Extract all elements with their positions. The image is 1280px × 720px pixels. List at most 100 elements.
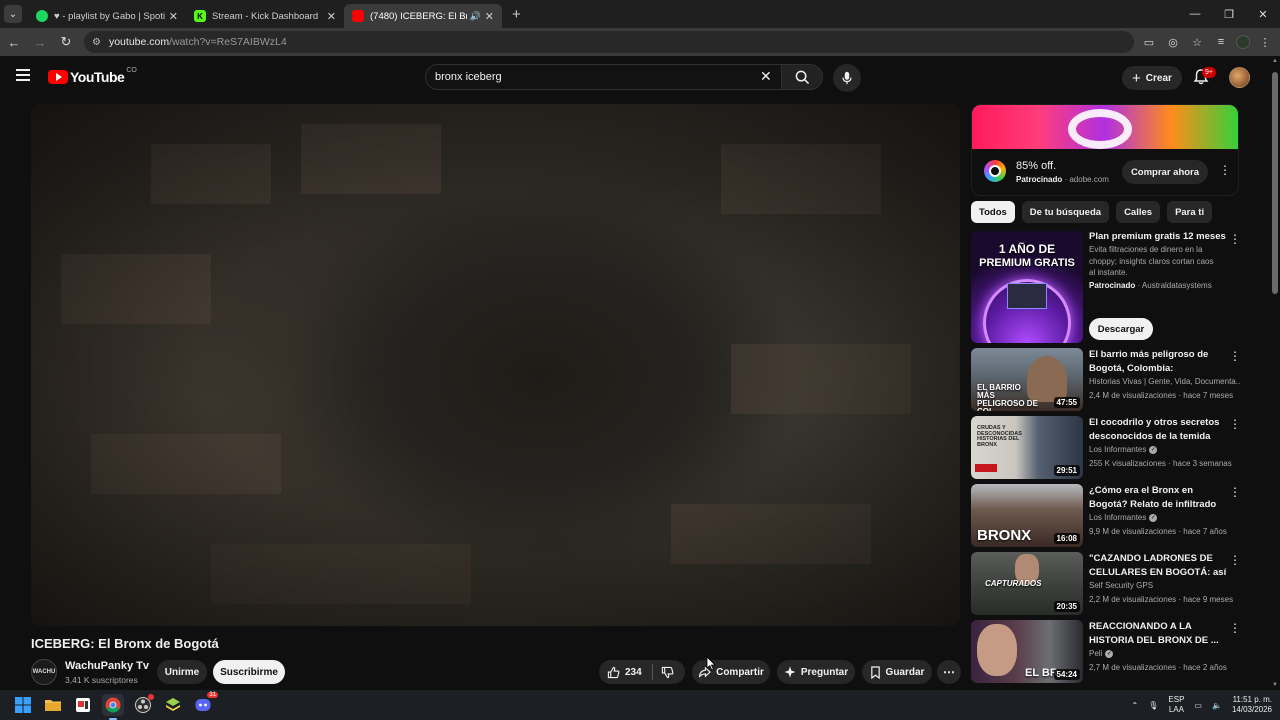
- video-thumbnail[interactable]: EL BARRIO MÁS PELIGROSO DE COL 47:55: [971, 348, 1083, 411]
- subscribe-button[interactable]: Suscribirme: [213, 660, 285, 684]
- share-button[interactable]: Compartir: [692, 660, 770, 684]
- forward-arrow-icon[interactable]: →: [28, 30, 52, 54]
- ad-banner-image[interactable]: [972, 105, 1238, 149]
- chip-todos[interactable]: Todos: [971, 201, 1015, 223]
- channel-name[interactable]: Self Security GPS: [1089, 581, 1241, 590]
- chrome-icon[interactable]: [102, 694, 124, 720]
- site-info-icon[interactable]: ⚙: [92, 37, 101, 48]
- close-tab-icon[interactable]: ✕: [485, 10, 494, 23]
- clock[interactable]: 11:51 p. m. 14/03/2026: [1232, 695, 1272, 715]
- eye-slash-icon[interactable]: ◎: [1164, 33, 1182, 51]
- search-button[interactable]: [781, 64, 823, 90]
- more-vertical-icon[interactable]: ⋮: [1229, 485, 1241, 499]
- windows-start-icon[interactable]: [12, 694, 34, 716]
- download-button[interactable]: Descargar: [1089, 318, 1153, 340]
- video-player[interactable]: [31, 104, 960, 626]
- clear-search-icon[interactable]: ✕: [760, 69, 772, 83]
- ad-buy-now-button[interactable]: Comprar ahora: [1122, 160, 1208, 184]
- sponsored-label: Patrocinado: [1089, 281, 1136, 290]
- sponsored-thumbnail[interactable]: 1 AÑO DE PREMIUM GRATIS: [971, 231, 1083, 343]
- page-scrollbar[interactable]: ▲ ▼: [1270, 56, 1280, 690]
- ask-button[interactable]: Preguntar: [777, 660, 855, 684]
- tab-spotify[interactable]: ♥ - playlist by Gabo | Spotify ✕: [28, 4, 186, 28]
- cast-icon[interactable]: ▭: [1140, 33, 1158, 51]
- close-window-icon[interactable]: ✕: [1246, 0, 1280, 28]
- join-button[interactable]: Unirme: [157, 660, 207, 684]
- network-icon[interactable]: ▭: [1194, 701, 1202, 710]
- language-indicator[interactable]: ESP LAA: [1168, 695, 1184, 715]
- create-button[interactable]: + Crear: [1122, 66, 1182, 90]
- address-bar[interactable]: ⚙ youtube.com/watch?v=ReS7AIBWzL4: [84, 31, 1134, 53]
- chip-calles[interactable]: Calles: [1116, 201, 1161, 223]
- app-window-icon[interactable]: [72, 694, 94, 716]
- channel-avatar[interactable]: WACHU: [31, 659, 57, 685]
- tab-youtube[interactable]: (7480) ICEBERG: El Bronx de 🔊 ✕: [344, 4, 502, 28]
- scrollbar-thumb[interactable]: [1272, 72, 1278, 294]
- user-avatar[interactable]: [1229, 67, 1250, 88]
- volume-icon[interactable]: 🔈: [1212, 701, 1222, 710]
- tab-search-button[interactable]: ⌄: [4, 5, 22, 23]
- close-tab-icon[interactable]: ✕: [169, 10, 178, 23]
- youtube-logo[interactable]: YouTube CO: [48, 67, 137, 85]
- restore-icon[interactable]: ❐: [1212, 0, 1246, 28]
- video-title[interactable]: El cocodrilo y otros secretos desconocid…: [1089, 416, 1229, 444]
- sponsored-title[interactable]: Plan premium gratis 12 meses: [1089, 231, 1226, 242]
- video-title[interactable]: "CAZANDO LADRONES DE CELULARES EN BOGOTÁ…: [1089, 552, 1229, 580]
- chevron-up-icon[interactable]: ⌃: [1132, 701, 1139, 710]
- lang-bottom: LAA: [1168, 705, 1184, 714]
- channel-label: Los Informantes: [1089, 445, 1147, 454]
- more-vertical-icon[interactable]: ⋮: [1229, 553, 1241, 567]
- obs-studio-icon[interactable]: [132, 694, 154, 716]
- minimize-icon[interactable]: —: [1178, 0, 1212, 28]
- channel-name[interactable]: Historias Vivas | Gente, Vida, Documenta…: [1089, 377, 1241, 386]
- media-controls-icon[interactable]: ≡: [1212, 33, 1230, 51]
- microphone-tray-icon[interactable]: 🎙: [1148, 701, 1158, 710]
- scroll-down-icon[interactable]: ▼: [1272, 682, 1278, 688]
- bookmark-star-icon[interactable]: ☆: [1188, 33, 1206, 51]
- scroll-up-icon[interactable]: ▲: [1272, 58, 1278, 64]
- browser-menu-icon[interactable]: ⋮: [1256, 33, 1274, 51]
- video-title[interactable]: REACCIONANDO A LA HISTORIA DEL BRONX DE …: [1089, 620, 1229, 647]
- voice-search-button[interactable]: [833, 64, 861, 92]
- more-vertical-icon[interactable]: ⋮: [1219, 163, 1231, 177]
- new-tab-button[interactable]: +: [512, 6, 521, 23]
- save-button[interactable]: Guardar: [862, 660, 932, 684]
- ask-label: Preguntar: [800, 666, 849, 678]
- search-input[interactable]: bronx iceberg: [425, 64, 781, 90]
- tab-kick[interactable]: K Stream - Kick Dashboard ✕: [186, 4, 344, 28]
- menu-icon[interactable]: [16, 69, 30, 84]
- browser-profile-avatar[interactable]: [1236, 35, 1250, 49]
- chip-para-ti[interactable]: Para ti: [1167, 201, 1213, 223]
- video-title[interactable]: El barrio más peligroso de Bogotá, Colom…: [1089, 348, 1229, 376]
- video-thumbnail[interactable]: BRONX 16:08: [971, 484, 1083, 547]
- sponsored-video-card[interactable]: 1 AÑO DE PREMIUM GRATIS Plan premium gra…: [971, 231, 1241, 343]
- speaker-icon[interactable]: 🔊: [470, 11, 481, 22]
- ad-domain: adobe.com: [1069, 175, 1109, 184]
- discord-icon[interactable]: 31: [192, 692, 218, 716]
- thumbs-up-icon[interactable]: [607, 666, 620, 679]
- chip-de-tu-busqueda[interactable]: De tu búsqueda: [1021, 201, 1110, 223]
- reload-icon[interactable]: ↻: [54, 30, 78, 54]
- video-duration: 47:55: [1053, 397, 1080, 408]
- thumbs-down-icon[interactable]: [661, 666, 674, 679]
- like-count[interactable]: 234: [625, 667, 642, 678]
- back-arrow-icon[interactable]: ←: [2, 30, 26, 54]
- video-thumbnail[interactable]: CRUDAS Y DESCONOCIDAS HISTORIAS DEL BRON…: [971, 416, 1083, 479]
- video-thumbnail[interactable]: EL BR 54:24: [971, 620, 1083, 683]
- more-vertical-icon[interactable]: ⋮: [1229, 232, 1241, 246]
- video-title[interactable]: ¿Cómo era el Bronx en Bogotá? Relato de …: [1089, 484, 1229, 512]
- channel-name[interactable]: Los Informantes ✓: [1089, 445, 1241, 454]
- ad-card[interactable]: 85% off. Patrocinado · adobe.com Comprar…: [971, 104, 1239, 196]
- more-vertical-icon[interactable]: ⋮: [1229, 349, 1241, 363]
- more-actions-button[interactable]: ⋯: [937, 660, 961, 684]
- video-thumbnail[interactable]: CAPTURADOS 20:35: [971, 552, 1083, 615]
- file-explorer-icon[interactable]: [42, 694, 64, 716]
- more-vertical-icon[interactable]: ⋮: [1229, 417, 1241, 431]
- channel-name[interactable]: Peli ✓: [1089, 649, 1241, 658]
- close-tab-icon[interactable]: ✕: [327, 10, 336, 23]
- more-vertical-icon[interactable]: ⋮: [1229, 621, 1241, 635]
- channel-name[interactable]: Los Informantes ✓: [1089, 513, 1241, 522]
- channel-name[interactable]: WachuPanky Tv: [65, 660, 149, 672]
- date: 14/03/2026: [1231, 705, 1272, 714]
- layers-app-icon[interactable]: [162, 694, 184, 716]
